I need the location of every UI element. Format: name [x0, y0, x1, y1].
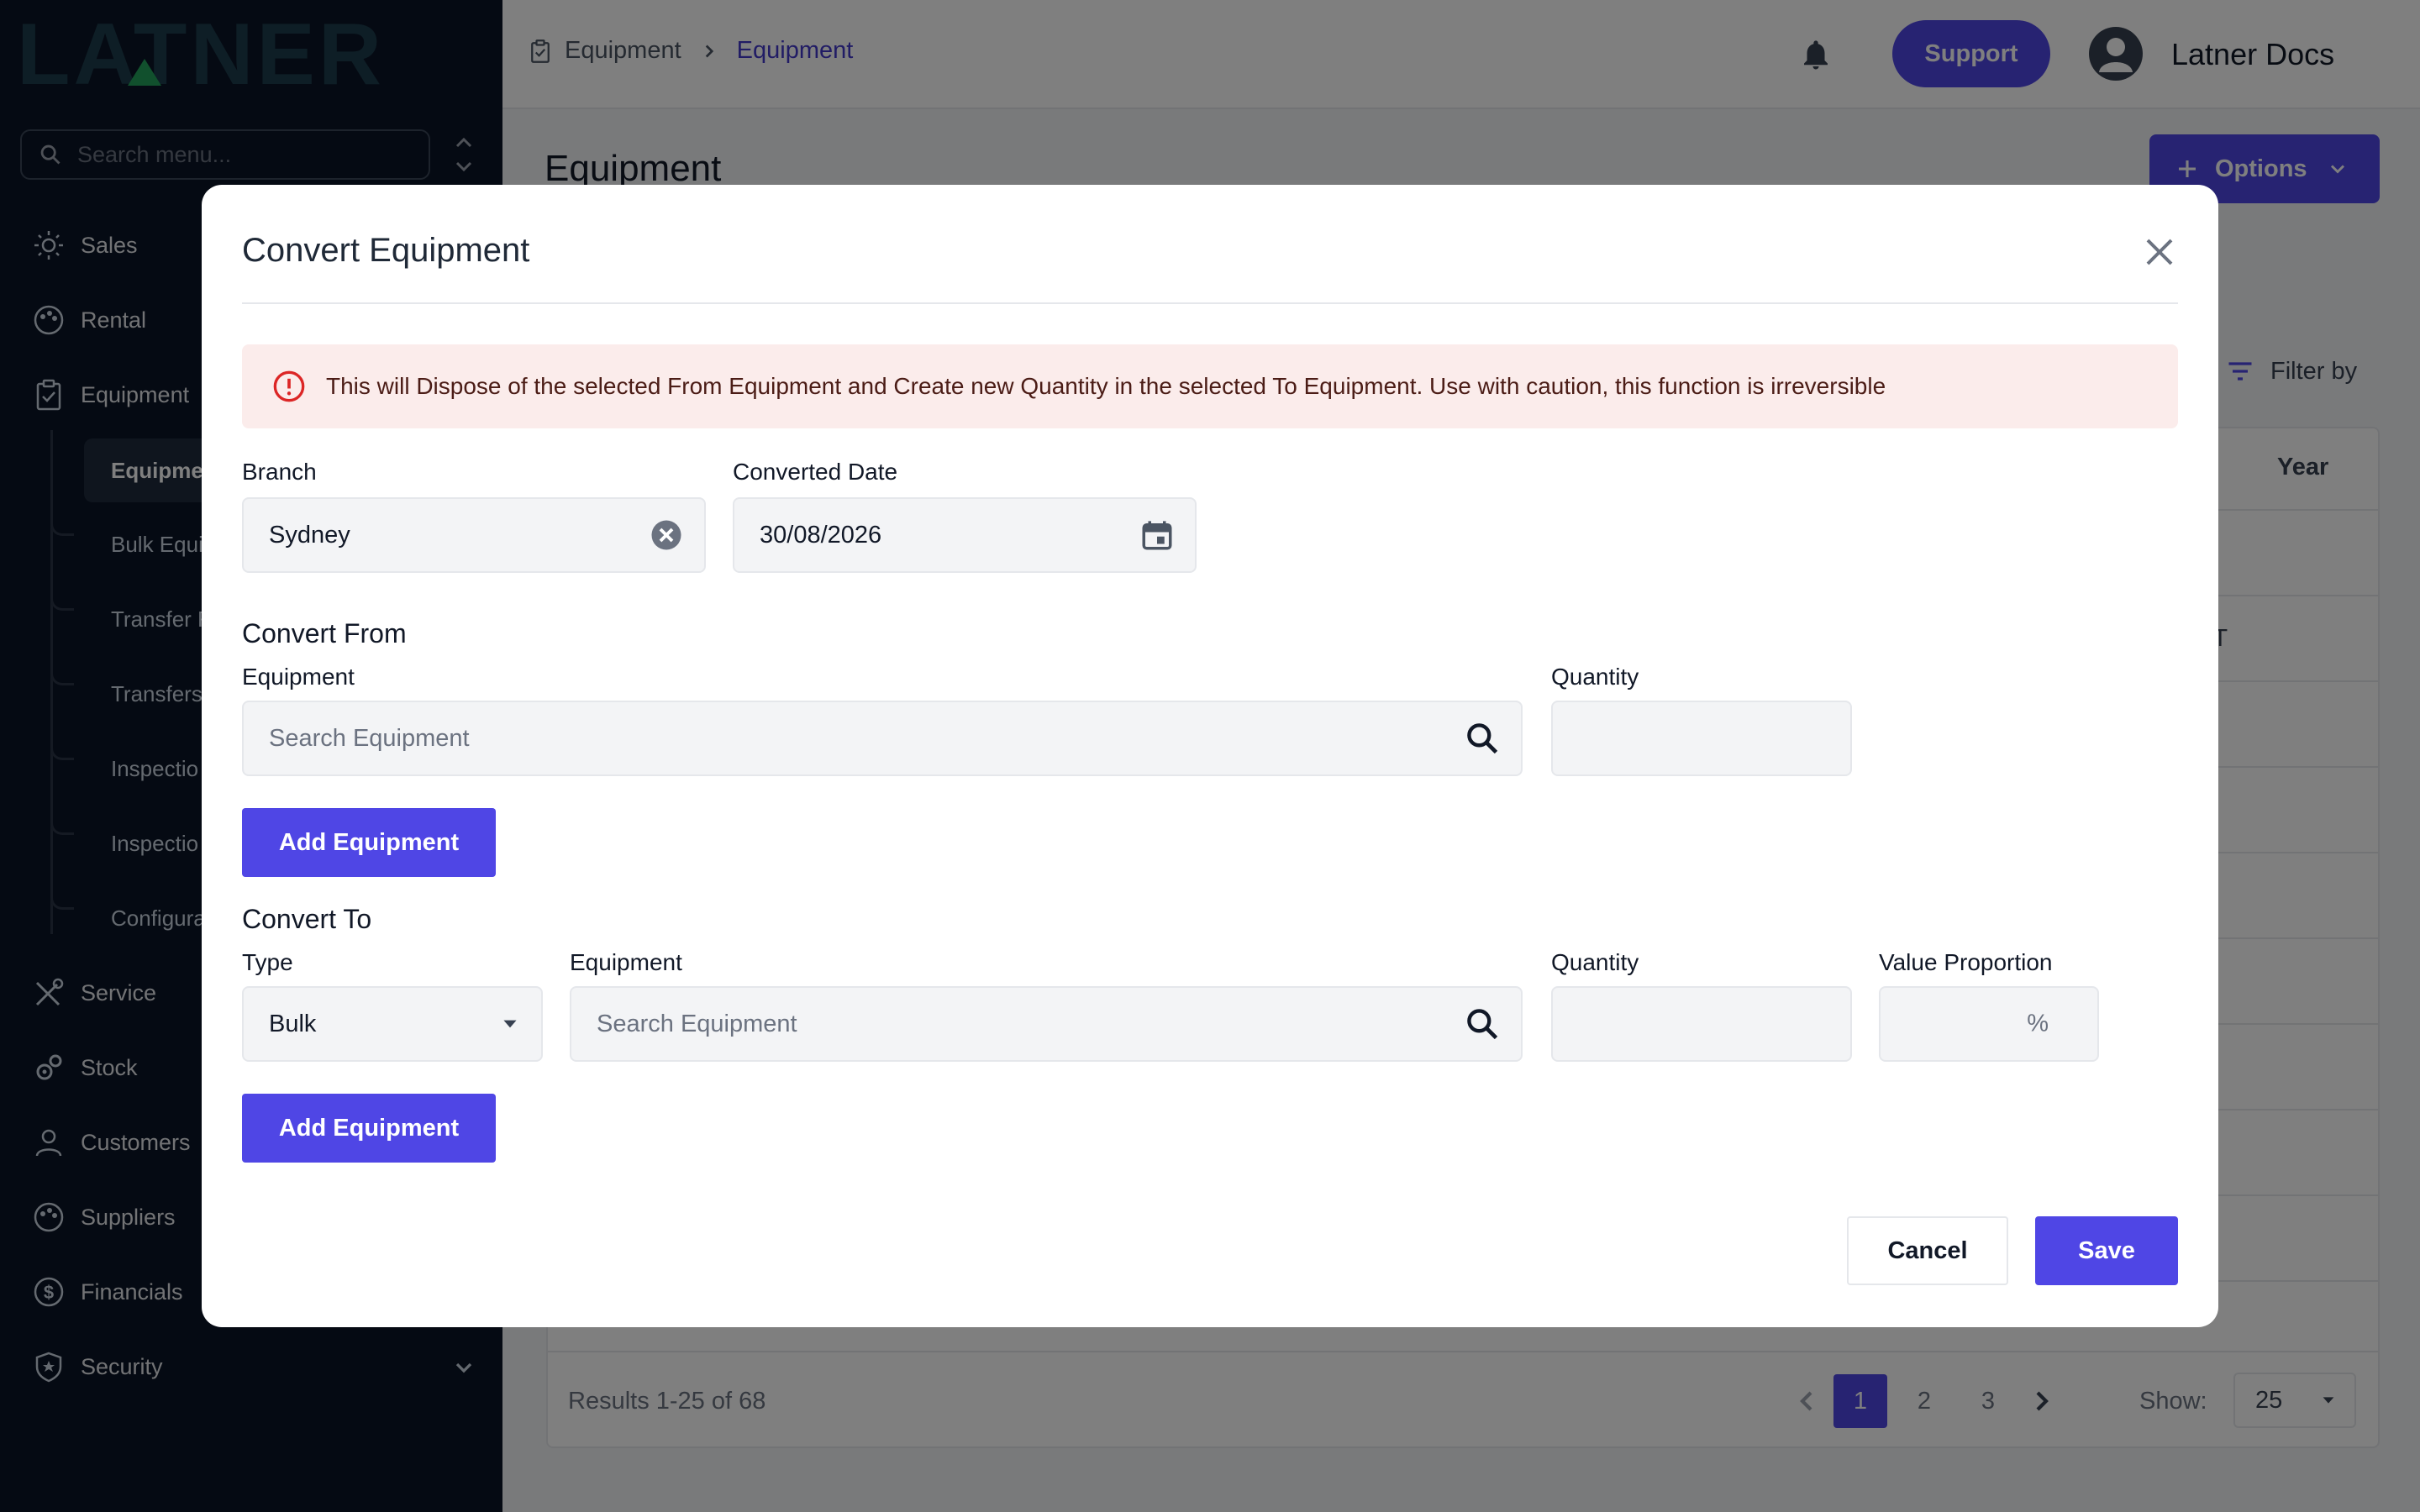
type-label: Type: [242, 949, 293, 975]
to-equipment-label: Equipment: [570, 949, 682, 975]
converted-date-input[interactable]: 30/08/2026: [733, 497, 1197, 573]
from-equipment-label: Equipment: [242, 664, 355, 690]
add-to-equipment-button[interactable]: Add Equipment: [242, 1094, 496, 1163]
to-quantity-input[interactable]: [1551, 986, 1852, 1062]
value-proportion-label: Value Proportion: [1879, 949, 2053, 975]
converted-date-label: Converted Date: [733, 459, 898, 485]
from-quantity-input[interactable]: [1551, 701, 1852, 776]
add-from-equipment-button[interactable]: Add Equipment: [242, 808, 496, 877]
error-circle-icon: [273, 370, 305, 402]
to-equipment-search[interactable]: Search Equipment: [570, 986, 1523, 1062]
branch-value: Sydney: [269, 521, 350, 549]
branch-select[interactable]: Sydney: [242, 497, 706, 573]
modal-divider: [242, 302, 2178, 304]
to-quantity-label: Quantity: [1551, 949, 1639, 975]
convert-equipment-modal: Convert Equipment This will Dispose of t…: [202, 185, 2218, 1327]
clear-icon[interactable]: [649, 517, 684, 553]
save-button[interactable]: Save: [2035, 1216, 2178, 1285]
close-icon[interactable]: [2139, 232, 2180, 272]
converted-date-value: 30/08/2026: [760, 521, 882, 549]
search-icon[interactable]: [1464, 720, 1501, 757]
percent-suffix: %: [2027, 1010, 2049, 1037]
convert-from-title: Convert From: [242, 618, 407, 648]
type-value: Bulk: [269, 1010, 317, 1037]
from-equipment-search[interactable]: Search Equipment: [242, 701, 1523, 776]
to-equipment-placeholder: Search Equipment: [597, 1010, 797, 1037]
type-select[interactable]: Bulk: [242, 986, 543, 1062]
modal-title: Convert Equipment: [242, 232, 530, 269]
value-proportion-input[interactable]: %: [1879, 986, 2099, 1062]
search-icon[interactable]: [1464, 1005, 1501, 1042]
cancel-button[interactable]: Cancel: [1847, 1216, 2008, 1285]
alert-message: This will Dispose of the selected From E…: [326, 373, 1886, 399]
convert-to-title: Convert To: [242, 904, 372, 934]
warning-alert: This will Dispose of the selected From E…: [242, 344, 2178, 428]
branch-label: Branch: [242, 459, 317, 485]
calendar-icon[interactable]: [1139, 517, 1175, 553]
from-quantity-label: Quantity: [1551, 664, 1639, 690]
from-equipment-placeholder: Search Equipment: [269, 724, 470, 752]
caret-down-icon: [503, 1020, 517, 1028]
